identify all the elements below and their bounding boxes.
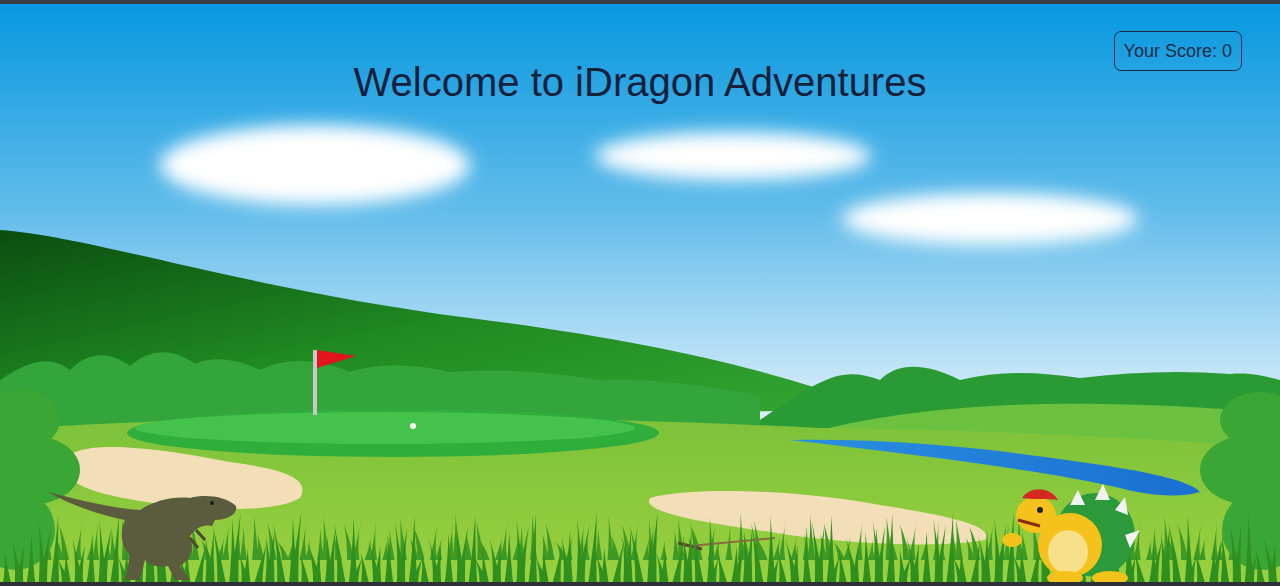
header: Welcome to iDragon Adventures xyxy=(0,0,1280,106)
putting-green xyxy=(135,412,635,444)
t-rex-icon xyxy=(48,492,236,580)
clouds xyxy=(160,125,1138,245)
cloud xyxy=(842,193,1138,245)
cloud xyxy=(160,125,470,205)
river xyxy=(790,440,1200,496)
golf-ball xyxy=(410,423,416,429)
rake-icon xyxy=(678,538,775,549)
red-flag xyxy=(317,350,356,368)
sky xyxy=(0,0,1280,586)
cloud xyxy=(595,132,871,180)
putting-green-edge xyxy=(127,409,659,457)
flag-pole xyxy=(313,350,317,415)
bottom-border xyxy=(0,582,1280,586)
game-title: Welcome to iDragon Adventures xyxy=(354,58,927,106)
game-stage: Welcome to iDragon Adventures Your Score:… xyxy=(0,0,1280,586)
top-border xyxy=(0,0,1280,4)
score-badge: Your Score: 0 xyxy=(1114,31,1242,71)
bowser-icon xyxy=(1002,484,1140,585)
